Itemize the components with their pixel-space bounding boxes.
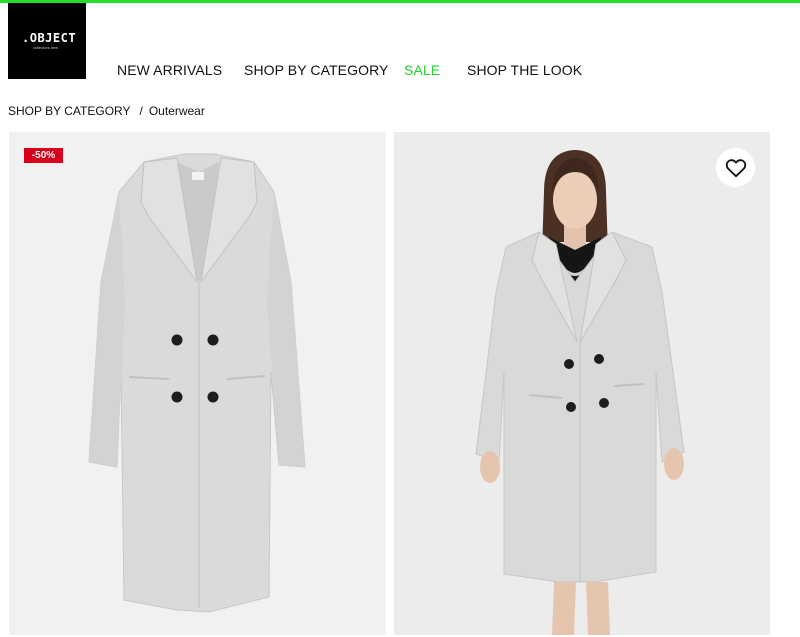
brand-logo-tagline: collectors item <box>33 46 59 50</box>
nav-item-sale[interactable]: SALE <box>404 62 440 78</box>
top-accent-line <box>0 0 800 3</box>
brand-logo[interactable]: .OBJECT collectors item <box>8 3 86 79</box>
discount-badge: -50% <box>24 148 63 163</box>
nav-item-new-arrivals[interactable]: NEW ARRIVALS <box>117 62 222 78</box>
model-illustration <box>475 150 685 635</box>
product-image-model[interactable] <box>394 132 770 635</box>
product-image-flat[interactable] <box>9 132 386 635</box>
breadcrumb-current: Outerwear <box>148 104 205 118</box>
nav-item-shop-by-category[interactable]: SHOP BY CATEGORY <box>244 62 389 78</box>
breadcrumb-parent[interactable]: SHOP BY CATEGORY <box>8 104 130 118</box>
brand-logo-text: .OBJECT <box>22 31 77 45</box>
breadcrumb-separator: / <box>139 104 143 118</box>
heart-icon <box>725 158 746 177</box>
coat-flat-illustration <box>88 153 306 613</box>
breadcrumb: SHOP BY CATEGORY / Outerwear <box>8 104 205 118</box>
wishlist-button[interactable] <box>716 148 755 187</box>
nav-item-shop-the-look[interactable]: SHOP THE LOOK <box>467 62 582 78</box>
